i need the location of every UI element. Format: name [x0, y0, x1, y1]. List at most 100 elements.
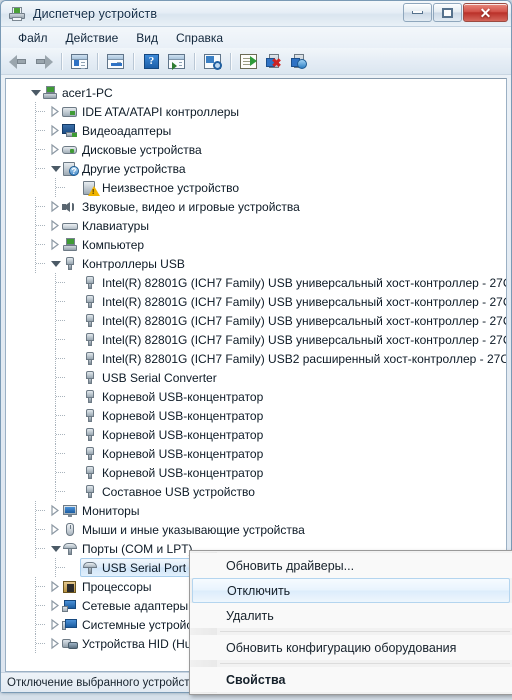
expand-triangle-icon[interactable] — [48, 235, 62, 254]
tree-item[interactable]: IDE ATA/ATAPI контроллеры — [6, 102, 506, 121]
collapse-triangle-icon[interactable] — [48, 254, 62, 273]
menu-view[interactable]: Вид — [127, 29, 167, 47]
expand-triangle-icon[interactable] — [48, 520, 62, 539]
tree-item[interactable]: Дисковые устройства — [6, 140, 506, 159]
tree-guide-line — [56, 472, 65, 473]
tree-item-label: Корневой USB-концентратор — [102, 408, 264, 423]
tree-item[interactable]: Корневой USB-концентратор — [6, 425, 506, 444]
tree-item-label: Мониторы — [82, 503, 140, 518]
toolbar-separator — [133, 52, 134, 70]
usb-device-icon — [82, 351, 98, 367]
show-hide-console-tree-button[interactable] — [68, 50, 91, 72]
tree-item[interactable]: Корневой USB-концентратор — [6, 444, 506, 463]
tree-item-label: Intel(R) 82801G (ICH7 Family) USB универ… — [102, 294, 507, 309]
expand-triangle-icon[interactable] — [48, 615, 62, 634]
back-button[interactable] — [7, 50, 30, 72]
ctx-uninstall[interactable]: Удалить — [190, 603, 512, 628]
tree-guide-line — [36, 206, 45, 207]
tree-item[interactable]: Intel(R) 82801G (ICH7 Family) USB2 расши… — [6, 349, 506, 368]
usb-device-icon — [82, 294, 98, 310]
help-button[interactable]: ? — [140, 50, 163, 72]
tree-guide-line — [36, 548, 45, 549]
properties-button[interactable] — [104, 50, 127, 72]
usb-controller-icon — [62, 256, 78, 272]
device-manager-window: Диспетчер устройств ✕ Файл Действие Вид … — [0, 0, 512, 695]
tree-item[interactable]: Неизвестное устройство — [6, 178, 506, 197]
menu-help[interactable]: Справка — [167, 29, 232, 47]
update-driver-button[interactable] — [237, 50, 260, 72]
ctx-scan-hardware[interactable]: Обновить конфигурацию оборудования — [190, 635, 512, 660]
hid-device-icon — [62, 636, 78, 652]
usb-device-icon — [82, 408, 98, 424]
tree-item[interactable]: USB Serial Converter — [6, 368, 506, 387]
tree-item-label: Intel(R) 82801G (ICH7 Family) USB универ… — [102, 313, 507, 328]
minimize-icon — [412, 11, 423, 14]
computer-node-icon — [62, 237, 78, 253]
forward-button[interactable] — [32, 50, 55, 72]
disable-device-icon: ✖ — [265, 54, 282, 69]
tree-guide-line — [56, 377, 65, 378]
tree-item[interactable]: Корневой USB-концентратор — [6, 463, 506, 482]
tree-item[interactable]: Звуковые, видео и игровые устройства — [6, 197, 506, 216]
ctx-scan-hardware-label: Обновить конфигурацию оборудования — [226, 640, 457, 655]
expand-triangle-icon[interactable] — [48, 216, 62, 235]
show-hide-console-tree-icon — [71, 53, 88, 69]
expand-triangle-icon[interactable] — [48, 102, 62, 121]
tree-item[interactable]: Корневой USB-концентратор — [6, 406, 506, 425]
expand-triangle-icon[interactable] — [48, 140, 62, 159]
tree-item[interactable]: Видеоадаптеры — [6, 121, 506, 140]
collapse-triangle-icon[interactable] — [48, 539, 62, 558]
minimize-button[interactable] — [403, 3, 432, 22]
tree-item[interactable]: Intel(R) 82801G (ICH7 Family) USB универ… — [6, 273, 506, 292]
ctx-properties[interactable]: Свойства — [190, 667, 512, 692]
tree-item[interactable]: Клавиатуры — [6, 216, 506, 235]
ctx-disable[interactable]: Отключить — [192, 578, 510, 603]
port-icon — [82, 560, 98, 576]
expand-triangle-icon[interactable] — [48, 121, 62, 140]
ctx-update-drivers[interactable]: Обновить драйверы... — [190, 553, 512, 578]
tree-guide-line — [36, 529, 45, 530]
expand-triangle-icon[interactable] — [48, 197, 62, 216]
tree-item[interactable]: ? Другие устройства — [6, 159, 506, 178]
tree-item[interactable]: Мыши и иные указывающие устройства — [6, 520, 506, 539]
maximize-button[interactable] — [433, 3, 462, 22]
tree-item[interactable]: acer1-PC — [6, 83, 506, 102]
tree-item[interactable]: Составное USB устройство — [6, 482, 506, 501]
expand-triangle-icon[interactable] — [48, 596, 62, 615]
title-bar: Диспетчер устройств ✕ — [1, 1, 511, 27]
ctx-disable-label: Отключить — [227, 583, 291, 598]
collapse-triangle-icon[interactable] — [28, 83, 42, 102]
tree-item[interactable]: Корневой USB-концентратор — [6, 387, 506, 406]
close-button[interactable]: ✕ — [463, 3, 508, 22]
menu-action[interactable]: Действие — [57, 29, 128, 47]
collapse-triangle-icon[interactable] — [48, 159, 62, 178]
menu-file[interactable]: Файл — [9, 29, 57, 47]
disable-device-button[interactable]: ✖ — [262, 50, 285, 72]
usb-device-icon — [82, 465, 98, 481]
tree-item-label: Сетевые адаптеры — [82, 598, 189, 613]
tree-item[interactable]: Intel(R) 82801G (ICH7 Family) USB универ… — [6, 292, 506, 311]
expand-triangle-icon[interactable] — [48, 501, 62, 520]
tree-item-label: Видеоадаптеры — [82, 123, 172, 138]
tree-item-label: Звуковые, видео и игровые устройства — [82, 199, 300, 214]
monitor-icon — [62, 503, 78, 519]
expand-triangle-icon[interactable] — [48, 577, 62, 596]
uninstall-device-button[interactable] — [287, 50, 310, 72]
expand-triangle-icon[interactable] — [48, 634, 62, 653]
tree-item-label: Корневой USB-концентратор — [102, 465, 264, 480]
tree-item[interactable]: Intel(R) 82801G (ICH7 Family) USB универ… — [6, 330, 506, 349]
tree-item[interactable]: Компьютер — [6, 235, 506, 254]
tree-item[interactable]: Мониторы — [6, 501, 506, 520]
tree-item-label: Компьютер — [82, 237, 145, 252]
tree-guide-line — [36, 130, 45, 131]
tree-item-label: Intel(R) 82801G (ICH7 Family) USB универ… — [102, 332, 507, 347]
show-hide-action-pane-button[interactable] — [165, 50, 188, 72]
window-controls: ✕ — [403, 3, 508, 22]
tree-item[interactable]: Контроллеры USB — [6, 254, 506, 273]
tree-item[interactable]: Intel(R) 82801G (ICH7 Family) USB универ… — [6, 311, 506, 330]
scan-hardware-changes-button[interactable] — [201, 50, 224, 72]
port-icon — [62, 541, 78, 557]
